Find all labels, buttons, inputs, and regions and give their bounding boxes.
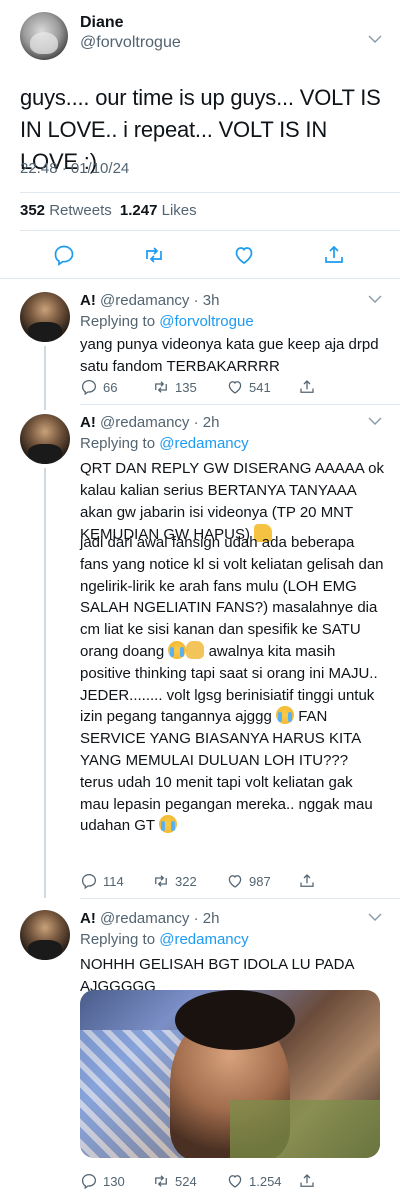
- retweets-count: 322: [175, 873, 197, 889]
- avatar[interactable]: [20, 12, 68, 60]
- retweets-label[interactable]: Retweets: [49, 202, 112, 219]
- author-name[interactable]: A!: [80, 414, 96, 431]
- likes-label[interactable]: Likes: [162, 202, 197, 219]
- replying-to: Replying to @redamancy: [80, 435, 249, 452]
- reply-paragraph: QRT DAN REPLY GW DISERANG AAAAA ok kalau…: [80, 460, 384, 543]
- like-button[interactable]: 987: [226, 872, 271, 890]
- retweets-count: 524: [175, 1173, 197, 1189]
- reply-action-bar: 114 322 987: [80, 872, 390, 892]
- reply-paragraph: FAN SERVICE YANG BIASANYA HARUS KITA YAN…: [80, 708, 373, 835]
- author-handle[interactable]: @redamancy · 2h: [100, 414, 219, 431]
- avatar[interactable]: [20, 292, 70, 342]
- folded-hands-icon: [186, 640, 205, 659]
- retweet-icon: [155, 1175, 167, 1187]
- divider: [80, 404, 400, 405]
- retweet-icon[interactable]: [142, 243, 166, 267]
- retweet-icon: [155, 875, 167, 887]
- share-button[interactable]: [298, 1172, 316, 1190]
- replying-to: Replying to @forvoltrogue: [80, 313, 254, 330]
- heart-icon: [228, 381, 242, 394]
- retweet-button[interactable]: 135: [152, 378, 197, 396]
- author-name[interactable]: A!: [80, 910, 96, 927]
- divider: [20, 192, 400, 193]
- chevron-down-icon[interactable]: [366, 30, 384, 48]
- tweet-timestamp[interactable]: 22.48 · 01/10/24: [20, 160, 129, 177]
- replying-prefix: Replying to: [80, 931, 156, 948]
- heart-icon: [228, 1175, 242, 1188]
- crying-face-icon: [276, 706, 295, 725]
- heart-icon: [228, 875, 242, 888]
- heart-icon[interactable]: [232, 243, 256, 267]
- divider: [20, 230, 400, 231]
- author-name[interactable]: Diane: [80, 14, 124, 32]
- retweet-icon: [155, 381, 167, 393]
- replying-to-link[interactable]: @forvoltrogue: [159, 313, 253, 330]
- replying-prefix: Replying to: [80, 435, 156, 452]
- reply-action-bar: 66 135 541: [80, 378, 390, 398]
- avatar[interactable]: [20, 910, 70, 960]
- reply-icon: [81, 873, 97, 890]
- crying-face-icon: [158, 815, 177, 834]
- share-icon[interactable]: [322, 243, 346, 267]
- replying-prefix: Replying to: [80, 313, 156, 330]
- reply-icon: [81, 379, 97, 396]
- reply-button[interactable]: 114: [80, 872, 124, 890]
- share-icon: [300, 1174, 314, 1187]
- replies-count: 130: [103, 1173, 125, 1189]
- reply-paragraph: jadi dari awal fansign udah ada beberapa…: [80, 534, 384, 660]
- reply-text: yang punya videonya kata gue keep aja dr…: [80, 336, 379, 375]
- reply-button[interactable]: 130: [80, 1172, 125, 1190]
- chevron-down-icon[interactable]: [366, 412, 384, 430]
- likes-count[interactable]: 1.247: [120, 202, 158, 219]
- tweet-stats: 352 Retweets 1.247 Likes: [20, 202, 197, 219]
- replying-to-link[interactable]: @redamancy: [159, 931, 248, 948]
- divider: [0, 278, 400, 279]
- chevron-down-icon[interactable]: [366, 908, 384, 926]
- author-handle[interactable]: @redamancy · 2h: [100, 910, 219, 927]
- thread-line: [44, 346, 46, 410]
- likes-count: 1.254: [249, 1173, 282, 1189]
- thread-line: [44, 468, 46, 898]
- likes-count: 541: [249, 379, 271, 395]
- author-name[interactable]: A!: [80, 292, 96, 309]
- retweets-count: 135: [175, 379, 197, 395]
- reply-action-bar: 130 524 1.254: [80, 1172, 390, 1192]
- author-handle[interactable]: @forvoltrogue: [80, 34, 181, 52]
- avatar[interactable]: [20, 414, 70, 464]
- tweet-action-bar: [0, 240, 400, 270]
- reply-icon: [81, 1173, 97, 1190]
- retweet-button[interactable]: 322: [152, 872, 197, 890]
- share-icon: [300, 380, 314, 393]
- retweet-button[interactable]: 524: [152, 1172, 197, 1190]
- share-button[interactable]: [298, 378, 316, 396]
- replies-count: 114: [103, 873, 124, 889]
- video-thumbnail[interactable]: [80, 990, 380, 1158]
- reply-icon[interactable]: [52, 243, 76, 267]
- clothing: [230, 1100, 380, 1158]
- reply-text: jadi dari awal fansign udah ada beberapa…: [80, 532, 385, 837]
- person-hair: [175, 990, 295, 1050]
- divider: [80, 898, 400, 899]
- likes-count: 987: [249, 873, 271, 889]
- reply-button[interactable]: 66: [80, 378, 117, 396]
- share-button[interactable]: [298, 872, 316, 890]
- replying-to-link[interactable]: @redamancy: [159, 435, 248, 452]
- author-handle[interactable]: @redamancy · 3h: [100, 292, 219, 309]
- like-button[interactable]: 541: [226, 378, 271, 396]
- share-icon: [300, 874, 314, 887]
- reply-header: A! @redamancy · 2h: [80, 414, 219, 431]
- replying-to: Replying to @redamancy: [80, 931, 249, 948]
- reply-header: A! @redamancy · 3h: [80, 292, 219, 309]
- chevron-down-icon[interactable]: [366, 290, 384, 308]
- crying-face-icon: [168, 640, 187, 659]
- reply-header: A! @redamancy · 2h: [80, 910, 219, 927]
- retweets-count[interactable]: 352: [20, 202, 45, 219]
- replies-count: 66: [103, 379, 118, 395]
- like-button[interactable]: 1.254: [226, 1172, 282, 1190]
